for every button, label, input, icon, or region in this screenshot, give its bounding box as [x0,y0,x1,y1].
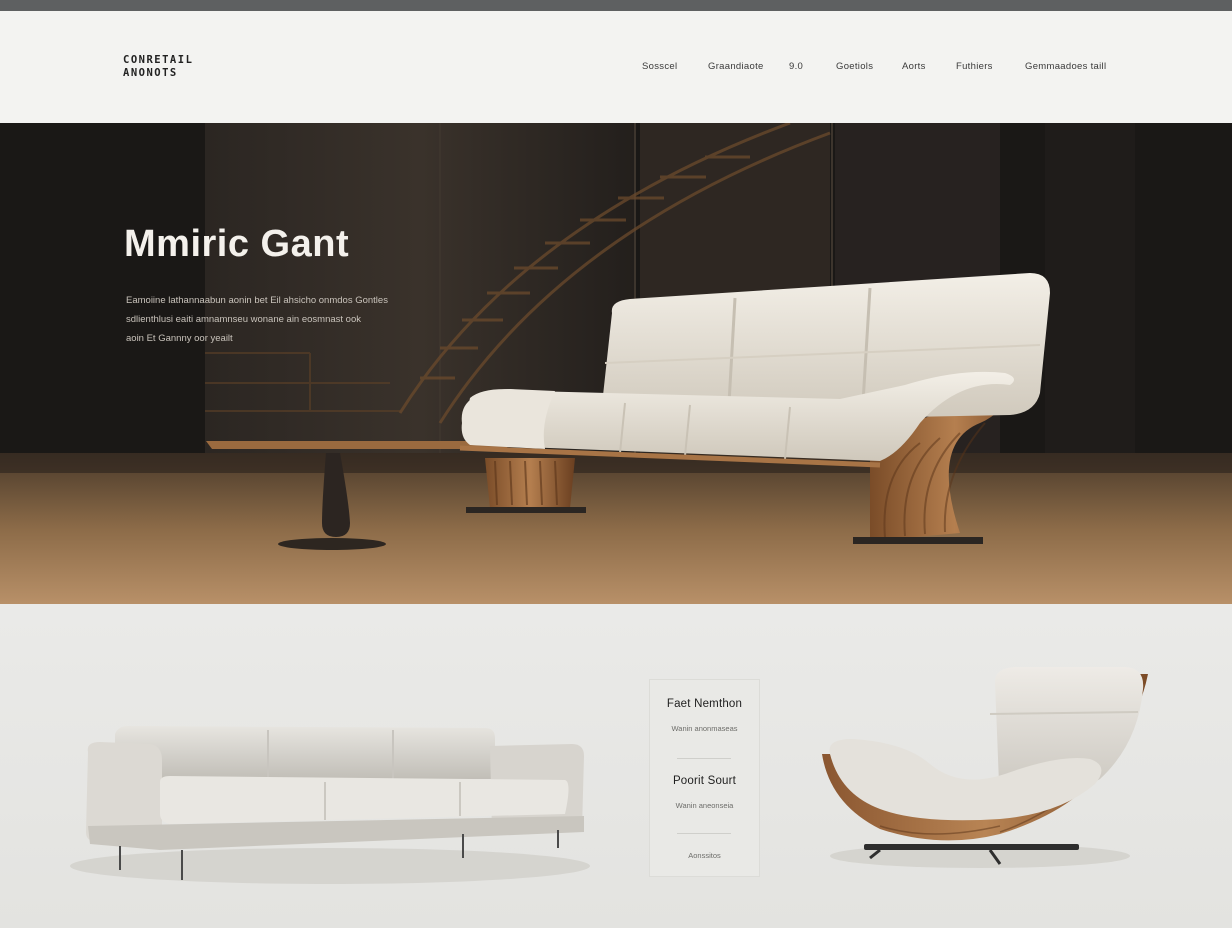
nav-item-6[interactable]: Futhiers [956,61,993,72]
nav-item-5[interactable]: Aorts [902,61,926,72]
feature-card: Faet Nemthon Wanin anonmaseas Poorit Sou… [649,679,760,877]
hero-title: Mmiric Gant [124,223,350,265]
card-subtitle-2: Wanin aneonseia [675,801,734,810]
card-divider-1 [677,758,731,759]
card-subtitle-1: Wanin anonmaseas [671,724,738,733]
site-header: CONRETAIL ANONOTS Sosscel Graandiaote 9.… [0,11,1232,123]
card-divider-2 [677,833,731,834]
nav-item-7[interactable]: Gemmaadoes taill [1025,61,1106,72]
top-window-strip [0,0,1232,11]
card-link[interactable]: Aonssitos [650,851,759,860]
hero-illustration [0,123,1232,604]
hero-description-line-1: Eamoiine lathannaabun aonin bet Eil ahsi… [126,295,388,306]
product-illustrations [70,667,1148,884]
nav-item-4[interactable]: Goetiols [836,61,873,72]
hero-banner: Mmiric Gant Eamoiine lathannaabun aonin … [0,123,1232,604]
card-title-1: Faet Nemthon [666,698,743,710]
hero-description: Eamoiine lathannaabun aonin bet Eil ahsi… [126,291,426,348]
hero-description-line-2: sdlienthlusi eaiti amnamnseu wonane ain … [126,314,361,325]
nav-item-3[interactable]: 9.0 [789,61,803,72]
nav-item-2[interactable]: Graandiaote [708,61,764,72]
main-nav: Sosscel Graandiaote 9.0 Goetiols Aorts F… [0,61,1232,75]
product-showcase: Faet Nemthon Wanin anonmaseas Poorit Sou… [0,604,1232,928]
hero-description-line-3: aoin Et Gannny oor yeailt [126,333,233,344]
card-title-2: Poorit Sourt [672,775,737,787]
nav-item-1[interactable]: Sosscel [642,61,677,72]
